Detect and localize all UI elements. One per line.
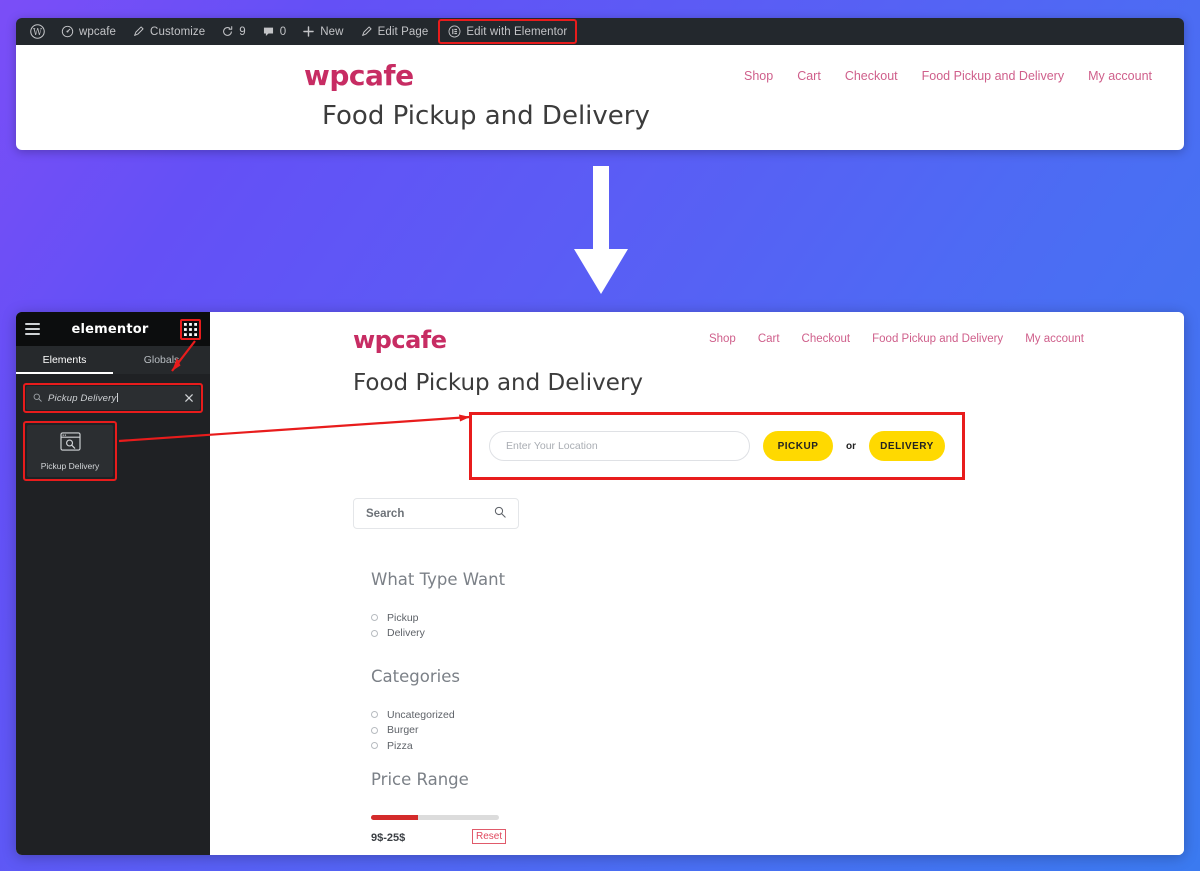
or-separator-label: or (846, 440, 856, 452)
elementor-editor-window: elementor Elements Globals Pickup Delive… (16, 312, 1184, 855)
preview-site-nav: Shop Cart Checkout Food Pickup and Deliv… (709, 333, 1084, 345)
adminbar-new-label: New (320, 25, 344, 38)
search-icon[interactable] (494, 506, 506, 521)
close-x-icon[interactable] (185, 389, 193, 407)
filter-option-delivery[interactable]: Delivery (371, 626, 425, 642)
filter-option-label: Uncategorized (387, 708, 455, 721)
preview-nav-item-shop[interactable]: Shop (709, 333, 736, 345)
nav-item-my-account[interactable]: My account (1088, 69, 1152, 83)
plus-icon (302, 25, 315, 38)
widget-search-highlight: Pickup Delivery (23, 383, 203, 413)
site-header: wpcafe Shop Cart Checkout Food Pickup an… (16, 45, 1184, 150)
filter-option-pizza[interactable]: Pizza (371, 738, 455, 754)
nav-item-shop[interactable]: Shop (744, 69, 773, 83)
filter-option-burger[interactable]: Burger (371, 723, 455, 739)
adminbar-wp-logo[interactable]: W (22, 18, 53, 45)
site-nav: Shop Cart Checkout Food Pickup and Deliv… (744, 69, 1152, 83)
pickup-button[interactable]: PICKUP (763, 431, 833, 461)
filter-heading-price-range: Price Range (371, 770, 469, 789)
preview-nav-item-my-account[interactable]: My account (1025, 333, 1084, 345)
adminbar-site-name[interactable]: wpcafe (53, 18, 124, 45)
widget-search-value: Pickup Delivery (48, 393, 179, 404)
filter-option-label: Pizza (387, 739, 413, 752)
top-browser-window: W wpcafe Customize 9 0 New Edit Page Edi… (16, 18, 1184, 150)
filter-heading-categories: Categories (371, 667, 460, 686)
preview-nav-item-food-pickup-and-delivery[interactable]: Food Pickup and Delivery (872, 333, 1003, 345)
widget-card-label: Pickup Delivery (40, 460, 100, 471)
adminbar-updates-count: 9 (239, 25, 246, 38)
wordpress-logo-icon: W (30, 24, 45, 39)
filter-option-label: Pickup (387, 611, 419, 624)
radio-icon[interactable] (371, 726, 378, 734)
widget-search-input[interactable]: Pickup Delivery (26, 386, 200, 410)
product-search-input[interactable]: Search (353, 498, 519, 529)
wordpress-admin-bar: W wpcafe Customize 9 0 New Edit Page Edi… (16, 18, 1184, 45)
adminbar-new[interactable]: New (294, 18, 351, 45)
adminbar-customize[interactable]: Customize (124, 18, 213, 45)
adminbar-edit-page[interactable]: Edit Page (352, 18, 437, 45)
dashboard-gauge-icon (61, 25, 74, 38)
widget-card-pickup-delivery[interactable]: Pickup Delivery (27, 425, 113, 477)
preview-nav-item-checkout[interactable]: Checkout (802, 333, 851, 345)
adminbar-edit-with-elementor-label: Edit with Elementor (466, 25, 568, 38)
adminbar-comments[interactable]: 0 (254, 18, 295, 45)
radio-icon[interactable] (371, 742, 378, 750)
widgets-grid-icon[interactable] (179, 318, 201, 340)
elementor-panel-tabs: Elements Globals (16, 346, 210, 374)
svg-text:W: W (33, 28, 43, 38)
adminbar-comments-count: 0 (279, 25, 287, 38)
site-logo[interactable]: wpcafe (304, 59, 414, 92)
filter-options-what-type-want: Pickup Delivery (371, 610, 425, 641)
tab-active-underline (16, 372, 113, 374)
radio-icon[interactable] (371, 711, 378, 719)
comments-icon (262, 25, 275, 38)
tab-globals[interactable]: Globals (113, 346, 210, 374)
preview-page-title: Food Pickup and Delivery (353, 370, 644, 396)
customize-pencil-icon (132, 25, 145, 38)
preview-canvas: wpcafe Shop Cart Checkout Food Pickup an… (210, 312, 1184, 855)
hamburger-icon[interactable] (25, 320, 40, 338)
adminbar-edit-with-elementor[interactable]: Edit with Elementor (440, 18, 575, 45)
nav-item-checkout[interactable]: Checkout (845, 69, 898, 83)
filter-option-label: Burger (387, 724, 419, 737)
price-range-slider[interactable] (371, 815, 499, 820)
pickup-delivery-widget-highlight-canvas: Enter Your Location PICKUP or DELIVERY (469, 412, 965, 480)
price-range-reset-button[interactable]: Reset (472, 829, 507, 844)
product-search-placeholder: Search (366, 507, 405, 520)
filter-options-categories: Uncategorized Burger Pizza (371, 707, 455, 754)
adminbar-edit-page-label: Edit Page (377, 25, 429, 38)
filter-option-label: Delivery (387, 627, 425, 640)
radio-icon[interactable] (371, 614, 378, 622)
price-range-slider-fill (371, 815, 419, 820)
pickup-delivery-widget-highlight: Pickup Delivery (23, 421, 117, 481)
search-icon (33, 389, 42, 407)
edit-with-elementor-highlight: Edit with Elementor (438, 18, 578, 45)
radio-icon[interactable] (371, 629, 378, 637)
filter-heading-what-type-want: What Type Want (371, 570, 506, 589)
updates-icon (221, 25, 234, 38)
location-input[interactable]: Enter Your Location (489, 431, 750, 461)
preview-site-logo[interactable]: wpcafe (353, 326, 447, 354)
pickup-delivery-widget: Enter Your Location PICKUP or DELIVERY (472, 415, 962, 477)
tab-elements[interactable]: Elements (16, 346, 113, 374)
elementor-logo-title: elementor (71, 321, 149, 337)
filter-option-pickup[interactable]: Pickup (371, 610, 425, 626)
nav-item-food-pickup-and-delivery[interactable]: Food Pickup and Delivery (922, 69, 1064, 83)
filter-option-uncategorized[interactable]: Uncategorized (371, 707, 455, 723)
adminbar-customize-label: Customize (150, 25, 206, 38)
edit-pencil-icon (360, 25, 373, 38)
adminbar-site-name-label: wpcafe (79, 25, 117, 38)
page-title: Food Pickup and Delivery (322, 101, 650, 131)
down-arrow-icon (568, 166, 634, 300)
adminbar-updates[interactable]: 9 (213, 18, 254, 45)
preview-nav-item-cart[interactable]: Cart (758, 333, 780, 345)
nav-item-cart[interactable]: Cart (797, 69, 821, 83)
browser-window-search-icon (59, 431, 81, 456)
elementor-panel: elementor Elements Globals Pickup Delive… (16, 312, 224, 855)
price-range-value: 9$-25$ (371, 832, 406, 844)
elementor-icon (448, 25, 461, 38)
delivery-button[interactable]: DELIVERY (869, 431, 945, 461)
elementor-panel-header: elementor (16, 312, 210, 346)
